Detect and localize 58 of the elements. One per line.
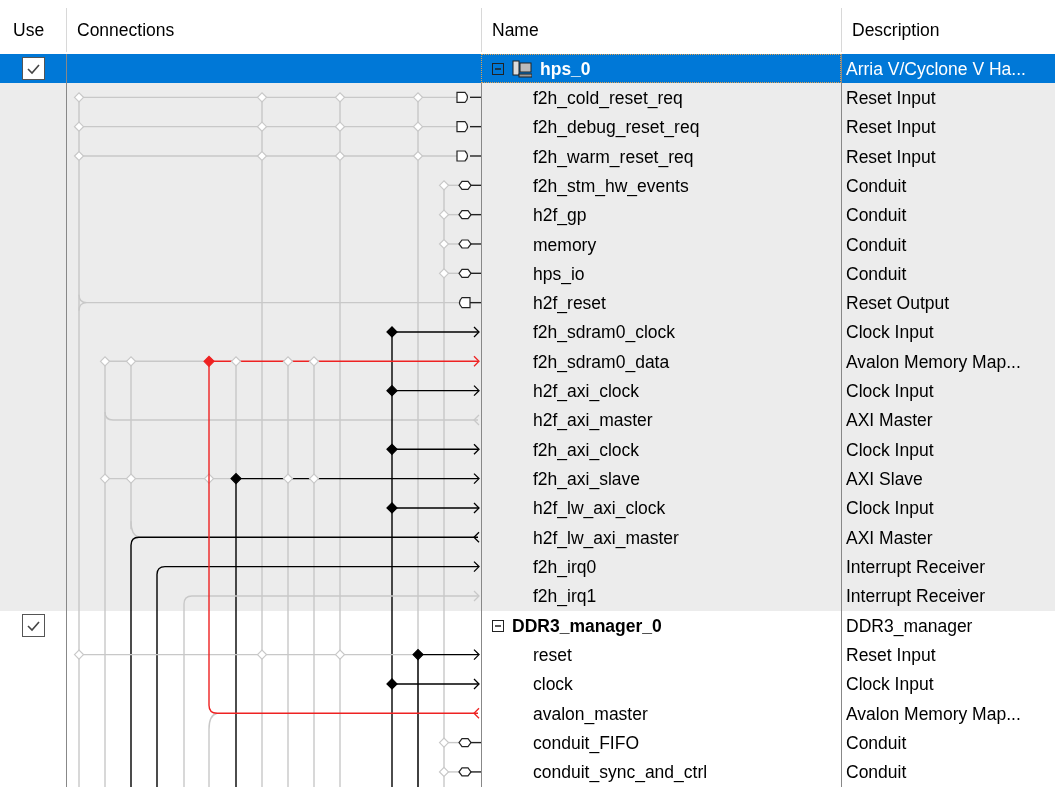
component-name[interactable]: hps_0 [540,55,591,82]
interface-description: Clock Input [846,380,934,404]
interface-name: f2h_irq1 [533,585,597,609]
interface-description: Conduit [846,262,907,286]
interface-description: Conduit [846,174,907,198]
interface-name: f2h_axi_slave [533,468,641,492]
interface-description: Reset Input [846,86,936,110]
interface-description: Reset Input [846,116,936,140]
interface-name: f2h_irq0 [533,556,597,580]
computer-icon [512,59,532,78]
column-header[interactable]: Description [852,16,940,44]
interface-description: AXI Master [846,409,933,433]
interface-description: Conduit [846,204,907,228]
interface-description: Interrupt Receiver [846,556,986,580]
interface-description: Avalon Memory Map... [846,702,1021,726]
column-header[interactable]: Use [13,16,45,44]
column-header[interactable]: Name [492,16,539,44]
interface-description: Clock Input [846,321,934,345]
interface-name: memory [533,233,597,257]
interface-name: conduit_sync_and_ctrl [533,761,708,785]
interface-name: h2f_lw_axi_master [533,526,679,551]
interface-description: Avalon Memory Map... [846,350,1021,374]
interface-name: reset [533,644,572,668]
interface-name: conduit_FIFO [533,732,640,756]
interface-name: f2h_debug_reset_req [533,116,700,140]
interface-name: h2f_axi_clock [533,380,640,404]
interface-description: Clock Input [846,497,934,521]
interface-description: Conduit [846,233,907,257]
column-header[interactable]: Connections [77,16,175,44]
interface-description: Interrupt Receiver [846,585,986,609]
interface-description: Reset Input [846,644,936,668]
collapse-icon[interactable] [492,619,504,632]
interface-name: f2h_stm_hw_events [533,174,689,199]
interface-description: Clock Input [846,438,934,462]
interface-description: Reset Input [846,145,936,169]
interface-name: hps_io [533,262,585,287]
interface-description: Conduit [846,732,907,756]
interface-name: h2f_reset [533,292,606,316]
interface-name: f2h_warm_reset_req [533,145,694,170]
interface-name: h2f_gp [533,204,587,228]
interface-description: Reset Output [846,292,950,316]
interface-name: h2f_lw_axi_clock [533,497,666,521]
component-description: Arria V/Cyclone V Ha... [846,57,1026,81]
interface-name: f2h_sdram0_data [533,350,670,375]
interface-name: f2h_axi_clock [533,438,640,463]
interface-description: Conduit [846,761,907,785]
interface-name: f2h_cold_reset_req [533,86,683,111]
checkbox[interactable] [22,614,45,638]
interface-name: avalon_master [533,702,648,727]
interface-name: h2f_axi_master [533,409,653,433]
component-description: DDR3_manager [846,614,973,639]
interface-name: clock [533,673,573,697]
interface-description: AXI Slave [846,468,923,492]
checkbox[interactable] [22,57,45,81]
interface-description: Clock Input [846,673,934,697]
interface-name: f2h_sdram0_clock [533,321,676,345]
interface-description: AXI Master [846,526,933,550]
component-name[interactable]: DDR3_manager_0 [512,612,662,639]
